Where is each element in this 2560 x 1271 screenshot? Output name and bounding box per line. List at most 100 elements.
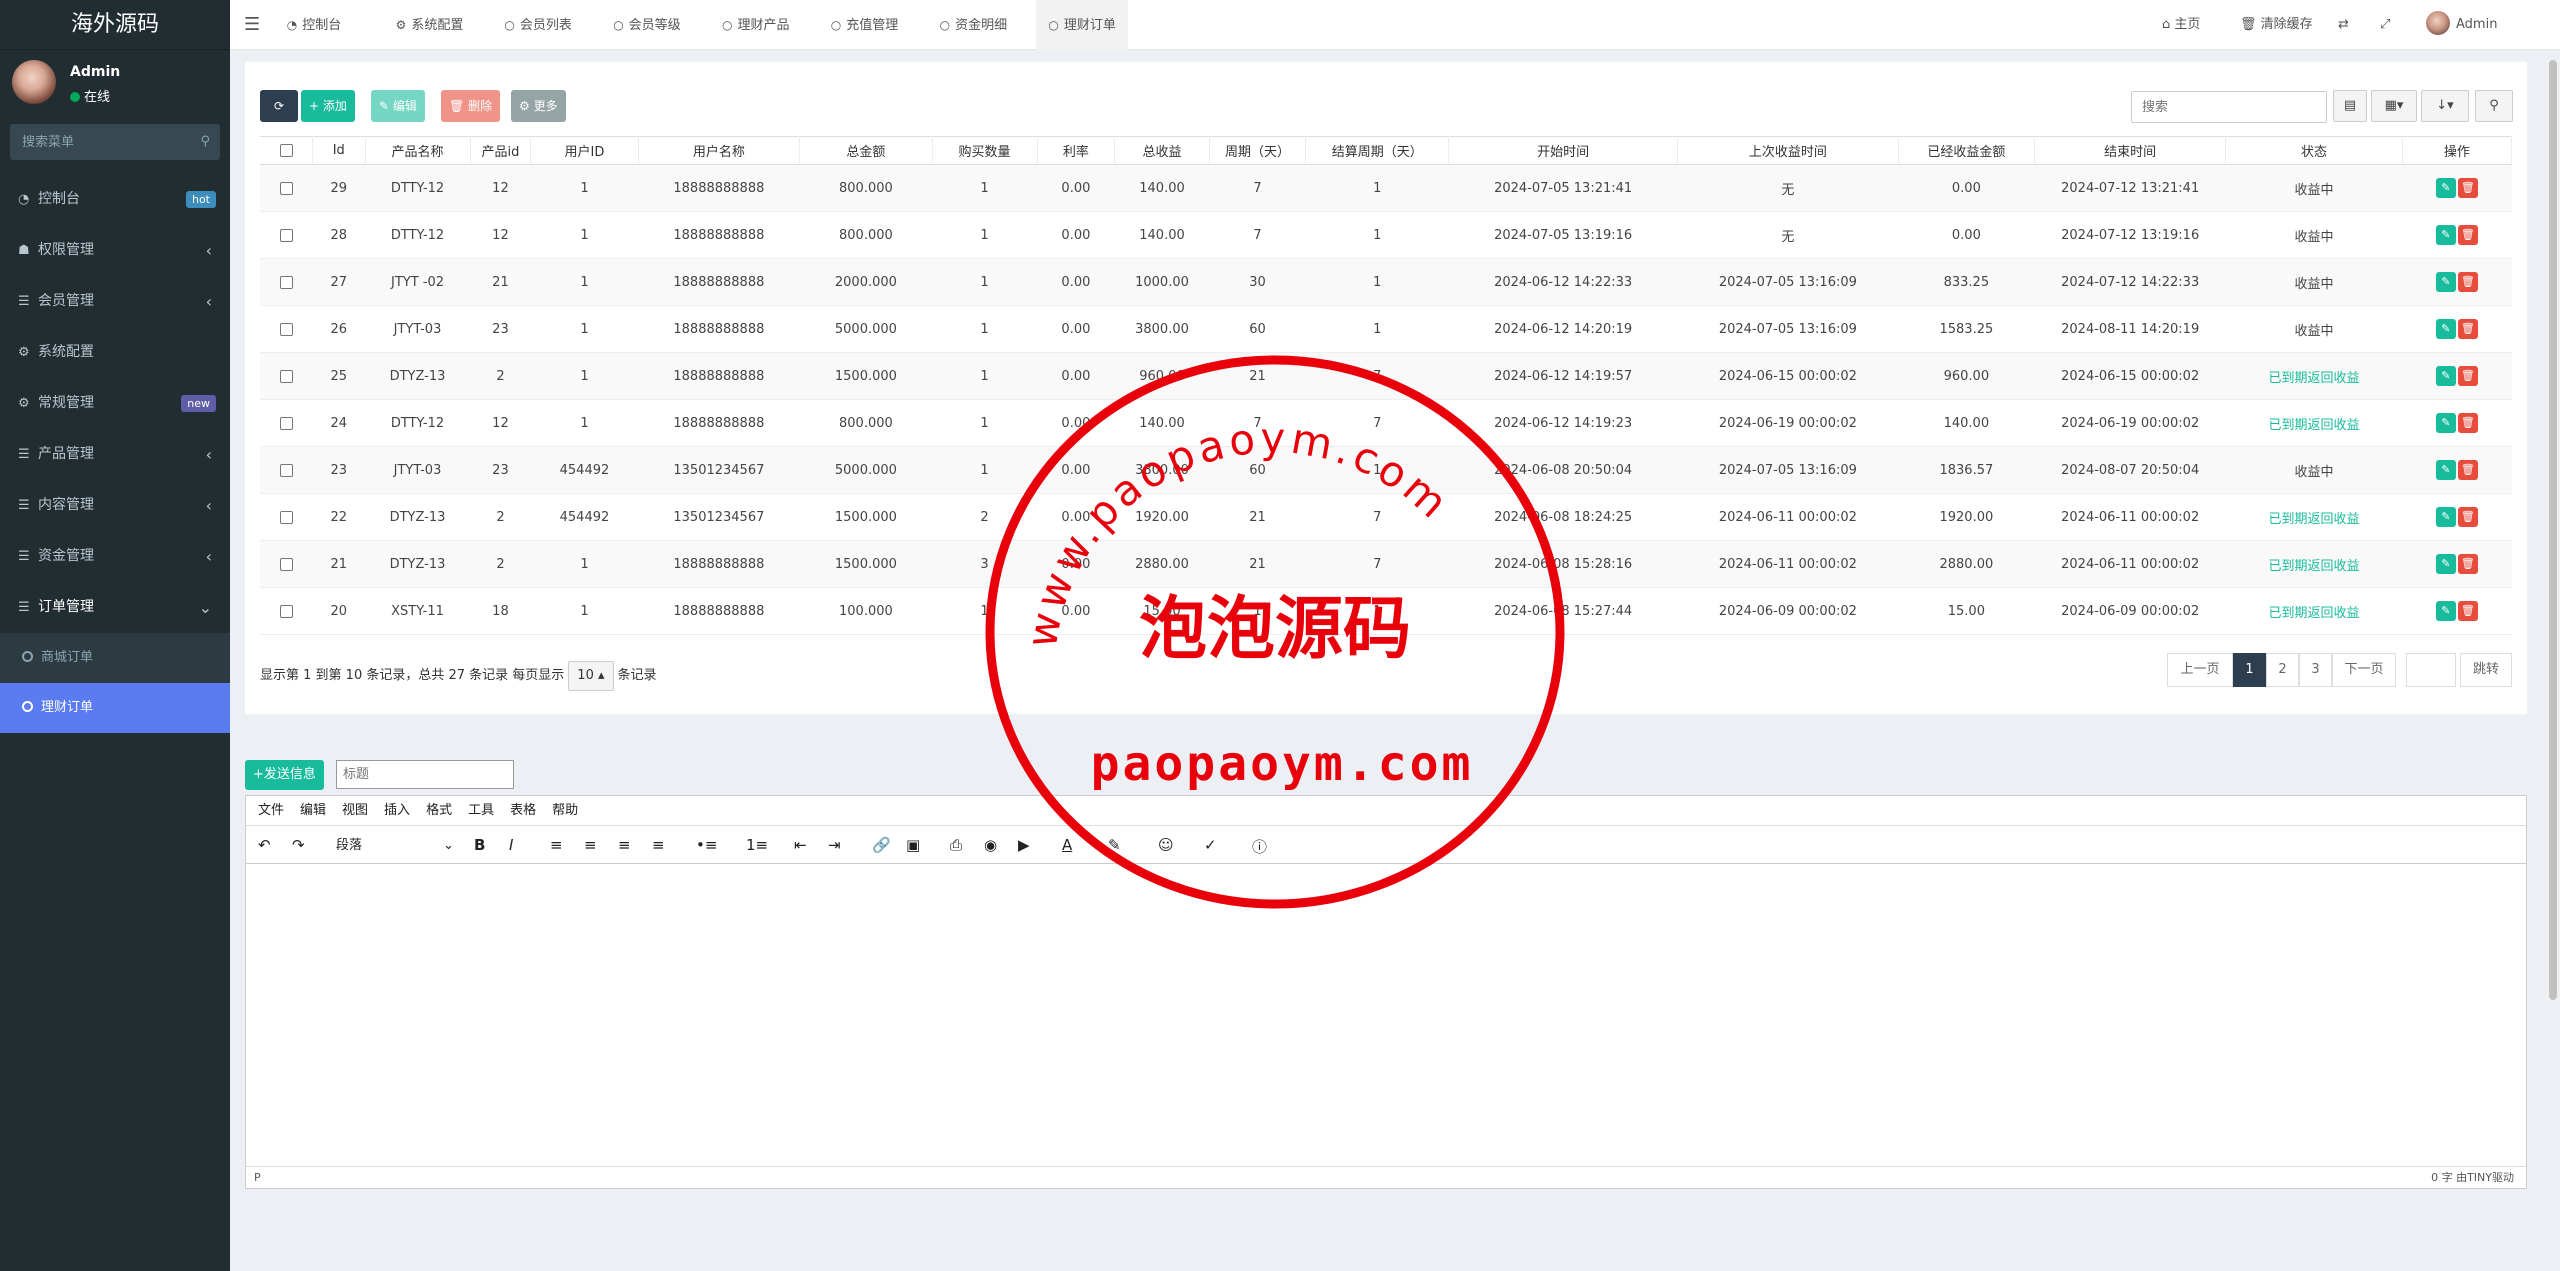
edit-row-icon[interactable]: ✎ (2435, 554, 2456, 574)
clear-cache-link[interactable]: 🗑 清除缓存 (2240, 0, 2313, 50)
edit-row-icon[interactable]: ✎ (2435, 225, 2456, 245)
align-left-icon[interactable]: ≡ (550, 836, 563, 854)
help-icon[interactable]: ⓘ (1252, 836, 1267, 857)
edit-row-icon[interactable]: ✎ (2435, 178, 2456, 198)
tab-4[interactable]: ○ 理财产品 (710, 0, 802, 50)
editor-menu-item[interactable]: 表格 (510, 803, 536, 818)
edit-row-icon[interactable]: ✎ (2435, 460, 2456, 480)
columns-button[interactable]: ▦▾ (2371, 90, 2417, 122)
sidebar-item-7[interactable]: ☰ 资金管理 ‹ (0, 531, 230, 582)
indent-icon[interactable]: ⇥ (828, 836, 841, 854)
edit-row-icon[interactable]: ✎ (2435, 507, 2456, 527)
column-header[interactable]: 产品id (470, 136, 532, 165)
print-icon[interactable]: ⎙ (950, 836, 962, 854)
row-checkbox[interactable] (279, 181, 293, 195)
column-header[interactable]: 利率 (1037, 136, 1116, 165)
redo-icon[interactable]: ↷ (292, 836, 305, 854)
page-scrollbar[interactable] (2546, 60, 2560, 1000)
sidebar-item-6[interactable]: ☰ 内容管理 ‹ (0, 480, 230, 531)
editor-menu-item[interactable]: 文件 (258, 803, 284, 818)
preview-icon[interactable]: ◉ (984, 836, 997, 854)
language-icon[interactable]: ⇄ (2338, 0, 2349, 50)
delete-row-icon[interactable]: 🗑 (2457, 507, 2478, 527)
column-header[interactable]: 结算周期（天） (1305, 136, 1450, 165)
column-header[interactable]: 已经收益金额 (1898, 136, 2036, 165)
editor-menu-item[interactable]: 工具 (468, 803, 494, 818)
sidebar-item-8[interactable]: ☰ 订单管理 ⌄ (0, 582, 230, 633)
sidebar-subitem-0[interactable]: 商城订单 (0, 633, 230, 683)
scrollbar-thumb[interactable] (2549, 60, 2557, 1000)
column-header[interactable]: 开始时间 (1448, 136, 1679, 165)
media-icon[interactable]: ▶ (1018, 836, 1030, 854)
column-header[interactable]: 周期（天） (1209, 136, 1307, 165)
spellcheck-icon[interactable]: ✓ (1204, 836, 1217, 854)
delete-button[interactable]: 🗑 删除 (441, 90, 501, 122)
editor-menu-item[interactable]: 编辑 (300, 803, 326, 818)
next-page-button[interactable]: 下一页 (2332, 653, 2396, 687)
editor-menu-item[interactable]: 视图 (342, 803, 368, 818)
refresh-button[interactable]: ⟳ (260, 90, 298, 122)
add-button[interactable]: + 添加 (301, 90, 355, 122)
export-button[interactable]: ↓▾ (2421, 90, 2469, 122)
row-checkbox[interactable] (279, 604, 293, 618)
paragraph-select[interactable]: 段落 ⌄ (330, 833, 460, 859)
edit-button[interactable]: ✎ 编辑 (371, 90, 425, 122)
row-checkbox[interactable] (279, 557, 293, 571)
column-header[interactable]: 产品名称 (365, 136, 471, 165)
row-checkbox[interactable] (279, 322, 293, 336)
row-checkbox[interactable] (279, 416, 293, 430)
row-checkbox[interactable] (279, 510, 293, 524)
search-icon[interactable]: ⚲ (200, 134, 210, 149)
highlight-icon[interactable]: ✎ (1108, 836, 1121, 854)
title-input[interactable] (336, 760, 514, 789)
sidebar-item-2[interactable]: ☰ 会员管理 ‹ (0, 276, 230, 327)
delete-row-icon[interactable]: 🗑 (2457, 413, 2478, 433)
text-color-icon[interactable]: A (1062, 836, 1072, 854)
page-2-button[interactable]: 2 (2266, 653, 2299, 687)
number-list-icon[interactable]: 1≡ (746, 836, 768, 854)
column-header[interactable]: 购买数量 (932, 136, 1038, 165)
tab-7[interactable]: ○ 理财订单 (1036, 0, 1128, 50)
menu-toggle-icon[interactable]: ☰ (244, 14, 260, 35)
sidebar-item-5[interactable]: ☰ 产品管理 ‹ (0, 429, 230, 480)
jump-page-input[interactable] (2406, 653, 2456, 687)
image-icon[interactable]: ▣ (906, 836, 920, 854)
select-all-checkbox[interactable] (279, 144, 293, 157)
edit-row-icon[interactable]: ✎ (2435, 601, 2456, 621)
delete-row-icon[interactable]: 🗑 (2457, 366, 2478, 386)
delete-row-icon[interactable]: 🗑 (2457, 178, 2478, 198)
column-header[interactable]: 状态 (2225, 136, 2403, 165)
tab-3[interactable]: ○ 会员等级 (601, 0, 693, 50)
table-search-input[interactable] (2131, 91, 2327, 123)
admin-menu[interactable]: Admin (2426, 0, 2497, 50)
advanced-search-button[interactable]: ⚲ (2475, 90, 2513, 122)
edit-row-icon[interactable]: ✎ (2435, 366, 2456, 386)
delete-row-icon[interactable]: 🗑 (2457, 460, 2478, 480)
italic-icon[interactable]: I (509, 836, 513, 854)
sidebar-item-3[interactable]: ⚙ 系统配置 (0, 327, 230, 378)
link-icon[interactable]: 🔗 (872, 836, 891, 854)
delete-row-icon[interactable]: 🗑 (2457, 225, 2478, 245)
editor-menu-item[interactable]: 帮助 (552, 803, 578, 818)
column-header[interactable]: 操作 (2402, 136, 2513, 165)
app-logo[interactable]: 海外源码 (0, 0, 230, 50)
sidebar-item-1[interactable]: ☗ 权限管理 ‹ (0, 225, 230, 276)
page-3-button[interactable]: 3 (2299, 653, 2332, 687)
sidebar-item-0[interactable]: ◔ 控制台 hot (0, 174, 230, 225)
delete-row-icon[interactable]: 🗑 (2457, 272, 2478, 292)
delete-row-icon[interactable]: 🗑 (2457, 554, 2478, 574)
prev-page-button[interactable]: 上一页 (2167, 653, 2233, 687)
page-1-button[interactable]: 1 (2233, 653, 2266, 687)
tab-2[interactable]: ○ 会员列表 (492, 0, 584, 50)
bold-icon[interactable]: B (474, 836, 485, 854)
row-checkbox[interactable] (279, 463, 293, 477)
align-right-icon[interactable]: ≡ (618, 836, 631, 854)
editor-content-area[interactable] (246, 864, 2526, 1164)
emoji-icon[interactable]: ☺ (1158, 836, 1174, 854)
delete-row-icon[interactable]: 🗑 (2457, 601, 2478, 621)
column-header[interactable]: 用户ID (530, 136, 639, 165)
fullscreen-icon[interactable]: ⤢ (2380, 0, 2390, 50)
sidebar-subitem-1[interactable]: 理财订单 (0, 683, 230, 733)
jump-button[interactable]: 跳转 (2460, 653, 2512, 687)
more-button[interactable]: ⚙ 更多 (511, 90, 566, 122)
